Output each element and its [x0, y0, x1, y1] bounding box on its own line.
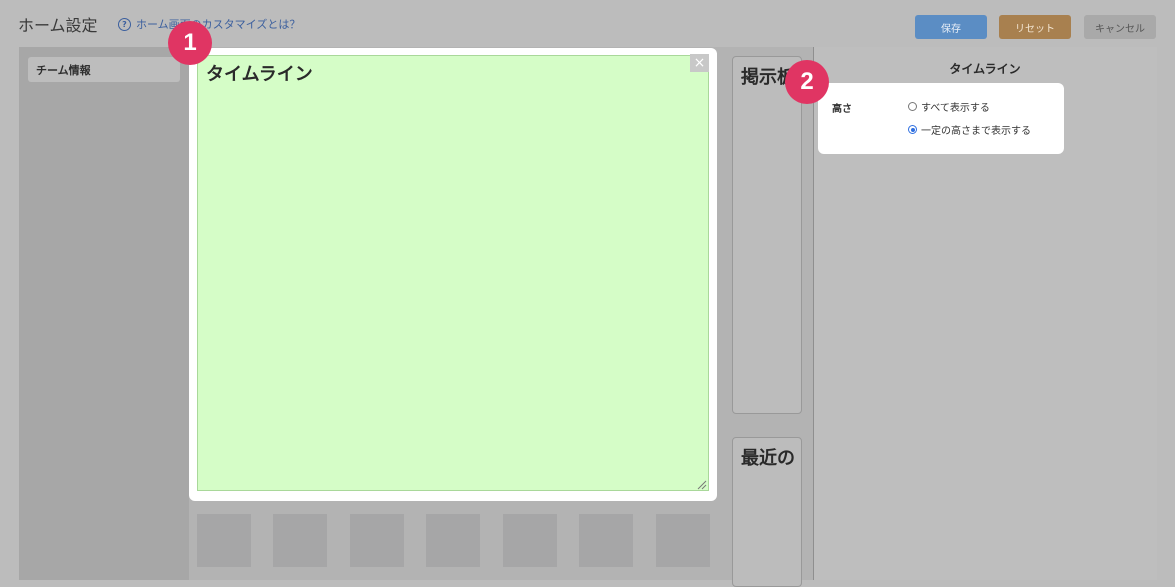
bulletin-widget[interactable]: 掲示板 [732, 56, 802, 414]
timeline-widget[interactable] [197, 55, 709, 491]
settings-panel-title: タイムライン [949, 62, 1021, 76]
height-option-all[interactable]: すべて表示する [908, 99, 990, 114]
step-badge-1: 1 [168, 21, 212, 65]
help-link-label: ホーム画面のカスタマイズとは？ [136, 18, 301, 31]
recent-widget-title: 最近の [741, 448, 795, 469]
help-link[interactable]: ? ホーム画面のカスタマイズとは？ [118, 16, 300, 32]
widget-placeholder[interactable] [350, 514, 404, 567]
widget-placeholder[interactable] [503, 514, 557, 567]
widget-placeholder[interactable] [197, 514, 251, 567]
resize-handle-icon[interactable] [697, 480, 707, 490]
reset-button[interactable]: リセット [999, 15, 1071, 39]
widget-placeholder[interactable] [426, 514, 480, 567]
recent-widget[interactable]: 最近の [732, 437, 802, 587]
height-option-all-label: すべて表示する [921, 103, 990, 114]
height-label: 高さ [832, 104, 852, 115]
height-option-fixed[interactable]: 一定の高さまで表示する [908, 122, 1031, 137]
widget-placeholder[interactable] [273, 514, 327, 567]
save-button[interactable]: 保存 [915, 15, 987, 39]
sidebar [19, 47, 189, 580]
cancel-button[interactable]: キャンセル [1084, 15, 1156, 39]
height-settings-card [818, 83, 1064, 154]
widget-placeholder[interactable] [579, 514, 633, 567]
step-badge-2: 2 [785, 60, 829, 104]
help-icon: ? [118, 17, 131, 31]
height-option-fixed-label: 一定の高さまで表示する [921, 126, 1031, 137]
page-title: ホーム設定 [18, 16, 98, 35]
radio-unchecked-icon[interactable] [908, 102, 917, 111]
radio-checked-icon[interactable] [908, 125, 917, 134]
timeline-widget-title: タイムライン [206, 64, 313, 85]
close-icon[interactable]: × [690, 54, 709, 72]
widget-placeholder[interactable] [656, 514, 710, 567]
sidebar-item-team-info[interactable]: チーム情報 [28, 57, 180, 82]
